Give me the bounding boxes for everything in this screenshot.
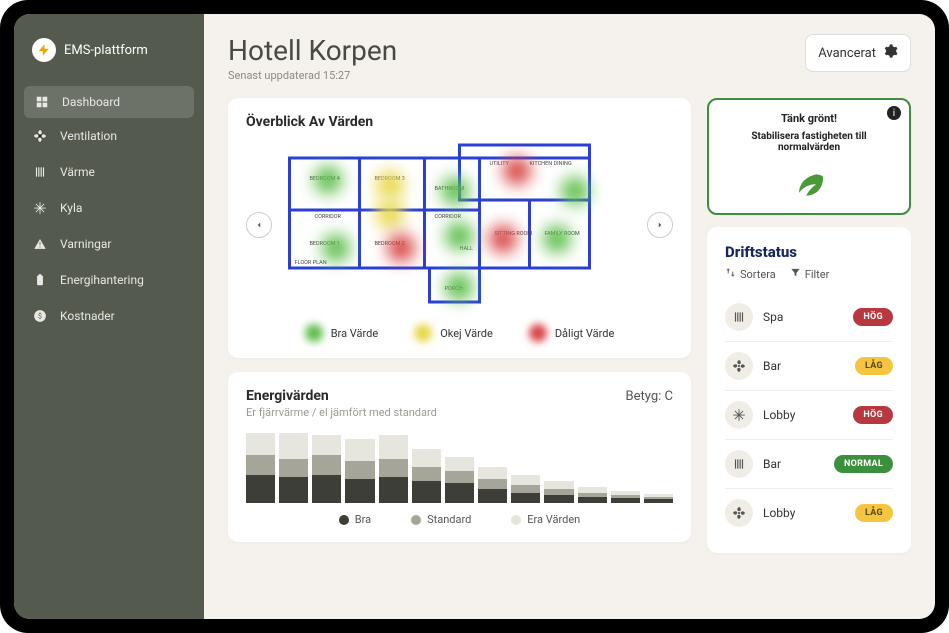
fan-icon xyxy=(725,352,753,380)
energy-card: Energivärden Er fjärrvärme / el jämfört … xyxy=(228,372,691,542)
svg-text:KITCHEN DINING: KITCHEN DINING xyxy=(530,161,572,167)
sidebar-item-energihantering[interactable]: Energihantering xyxy=(14,262,204,298)
money-icon: $ xyxy=(32,308,48,324)
heat-icon xyxy=(32,164,48,180)
energy-title: Energivärden xyxy=(246,388,437,404)
bar xyxy=(611,491,640,503)
status-badge: NORMAL xyxy=(834,455,893,473)
leaf-icon xyxy=(721,163,897,201)
bar xyxy=(279,433,308,503)
status-badge: HÖG xyxy=(853,308,893,326)
heat-icon xyxy=(725,303,753,331)
grid-icon xyxy=(34,94,50,110)
status-list: SpaHÖGBarLÅGLobbyHÖGBarNORMALLobbyLÅG xyxy=(725,293,893,537)
tip-card: i Tänk grönt! Stabilisera fastigheten ti… xyxy=(707,98,911,215)
bar xyxy=(412,449,441,503)
heat-icon xyxy=(725,450,753,478)
prev-floor-button[interactable] xyxy=(246,212,272,238)
sort-button[interactable]: Sortera xyxy=(725,267,776,281)
sidebar-item-värme[interactable]: Värme xyxy=(14,154,204,190)
sidebar-item-dashboard[interactable]: Dashboard xyxy=(24,86,194,118)
bar xyxy=(578,487,607,503)
tip-subtitle: Stabilisera fastigheten till normalvärde… xyxy=(721,131,897,153)
header: Hotell Korpen Senast uppdaterad 15:27 Av… xyxy=(228,34,911,82)
bar xyxy=(511,475,540,503)
status-row[interactable]: BarLÅG xyxy=(725,342,893,391)
brand-label: EMS-plattform xyxy=(64,43,148,58)
svg-text:CORRIDOR: CORRIDOR xyxy=(315,214,342,220)
page-subtitle: Senast uppdaterad 15:27 xyxy=(228,69,397,82)
bar xyxy=(478,467,507,503)
bar xyxy=(379,435,408,503)
advanced-label: Avancerat xyxy=(818,46,876,61)
energy-legend: Bra Standard Era Värden xyxy=(246,513,673,526)
status-row[interactable]: LobbyLÅG xyxy=(725,489,893,537)
fan-icon xyxy=(725,499,753,527)
svg-text:$: $ xyxy=(38,312,42,320)
status-row[interactable]: SpaHÖG xyxy=(725,293,893,342)
status-title: Driftstatus xyxy=(725,243,893,261)
main: Hotell Korpen Senast uppdaterad 15:27 Av… xyxy=(204,14,935,619)
snow-icon xyxy=(32,200,48,216)
energy-grade: Betyg: C xyxy=(626,389,673,404)
overview-title: Överblick Av Värden xyxy=(246,114,673,130)
svg-text:CORRIDOR: CORRIDOR xyxy=(435,214,462,220)
gear-icon xyxy=(882,43,898,63)
bar xyxy=(345,439,374,503)
brand: EMS-plattform xyxy=(14,38,204,86)
sidebar-item-ventilation[interactable]: Ventilation xyxy=(14,118,204,154)
overview-card: Överblick Av Värden xyxy=(228,98,691,358)
tip-title: Tänk grönt! xyxy=(721,112,897,125)
sort-icon xyxy=(725,267,736,281)
nav-list: DashboardVentilationVärmeKylaVarningarEn… xyxy=(14,86,204,334)
status-badge: LÅG xyxy=(855,357,893,375)
status-row[interactable]: LobbyHÖG xyxy=(725,391,893,440)
battery-icon xyxy=(32,272,48,288)
status-badge: HÖG xyxy=(853,406,893,424)
status-badge: LÅG xyxy=(855,504,893,522)
bar xyxy=(445,457,474,503)
floorplan[interactable]: BEDROOM 4 BEDROOM 3 BATHROOM UTILITY KIT… xyxy=(278,140,641,310)
bar xyxy=(544,481,573,503)
warning-icon xyxy=(32,236,48,252)
next-floor-button[interactable] xyxy=(647,212,673,238)
sidebar: EMS-plattform DashboardVentilationVärmeK… xyxy=(14,14,204,619)
info-icon[interactable]: i xyxy=(887,106,901,120)
page-title: Hotell Korpen xyxy=(228,34,397,67)
bar xyxy=(644,494,673,503)
filter-button[interactable]: Filter xyxy=(790,267,830,281)
energy-bars xyxy=(246,433,673,503)
sidebar-item-varningar[interactable]: Varningar xyxy=(14,226,204,262)
bar xyxy=(312,435,341,503)
advanced-button[interactable]: Avancerat xyxy=(805,34,911,72)
status-card: Driftstatus Sortera xyxy=(707,227,911,553)
sidebar-item-kostnader[interactable]: $Kostnader xyxy=(14,298,204,334)
filter-icon xyxy=(790,267,801,281)
svg-text:FLOOR PLAN: FLOOR PLAN xyxy=(295,260,327,266)
bar xyxy=(246,433,275,503)
bolt-icon xyxy=(32,38,56,62)
fan-icon xyxy=(32,128,48,144)
energy-subtitle: Er fjärrvärme / el jämfört med standard xyxy=(246,406,437,419)
status-row[interactable]: BarNORMAL xyxy=(725,440,893,489)
overview-legend: Bra Värde Okej Värde Dåligt Värde xyxy=(246,324,673,342)
snow-icon xyxy=(725,401,753,429)
sidebar-item-kyla[interactable]: Kyla xyxy=(14,190,204,226)
